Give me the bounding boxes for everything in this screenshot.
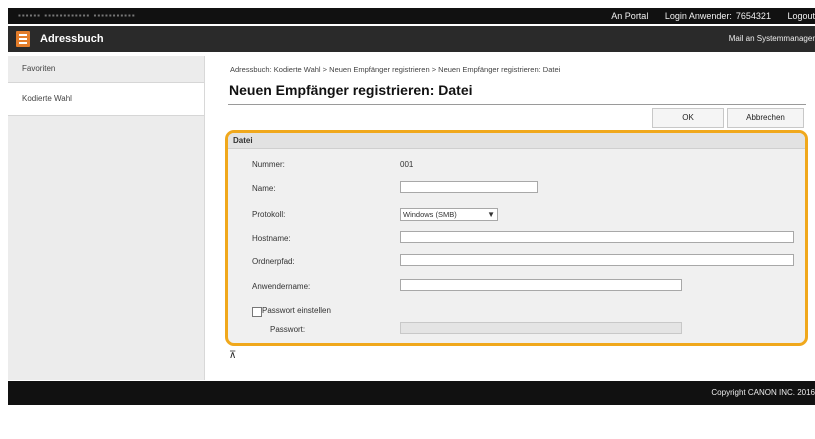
password-label: Passwort:	[270, 325, 306, 334]
login-label: Login Anwender:	[664, 11, 732, 21]
page-title: Neuen Empfänger registrieren: Datei	[229, 82, 473, 98]
sidebar-item-kodierte-wahl[interactable]: Kodierte Wahl	[8, 83, 204, 116]
logout-link[interactable]: Logout	[787, 11, 815, 21]
top-bar: ▪▪▪▪▪▪ ▪▪▪▪▪▪▪▪▪▪▪▪ ▪▪▪▪▪▪▪▪▪▪▪ An Porta…	[8, 8, 815, 24]
footer: Copyright CANON INC. 2016	[8, 381, 815, 405]
protocol-select[interactable]: Windows (SMB) ▼	[400, 208, 498, 221]
app-bar: Adressbuch Mail an Systemmanager	[8, 26, 815, 52]
protocol-label: Protokoll:	[252, 210, 286, 219]
hostname-input[interactable]	[400, 231, 794, 243]
breadcrumb: Adressbuch: Kodierte Wahl > Neuen Empfän…	[230, 65, 561, 74]
username-label: Anwendername:	[252, 282, 311, 291]
sidebar-item-favoriten[interactable]: Favoriten	[8, 56, 204, 83]
chevron-down-icon: ▼	[487, 210, 495, 219]
name-label: Name:	[252, 184, 276, 193]
file-settings-panel: Datei Nummer: 001 Name: Protokoll: Windo…	[225, 130, 808, 346]
protocol-value: Windows (SMB)	[403, 210, 457, 219]
password-input	[400, 322, 682, 334]
name-input[interactable]	[400, 181, 538, 193]
portal-link[interactable]: An Portal	[611, 11, 648, 21]
to-top-icon[interactable]: ⊼	[229, 350, 236, 361]
copyright-text: Copyright CANON INC. 2016	[711, 388, 815, 397]
hostname-label: Hostname:	[252, 234, 291, 243]
ok-button[interactable]: OK	[652, 108, 724, 128]
address-book-icon	[16, 31, 30, 47]
sidebar: Favoriten Kodierte Wahl	[8, 56, 205, 380]
number-label: Nummer:	[252, 160, 285, 169]
main-content: Adressbuch: Kodierte Wahl > Neuen Empfän…	[205, 56, 815, 380]
blurred-header-text: ▪▪▪▪▪▪ ▪▪▪▪▪▪▪▪▪▪▪▪ ▪▪▪▪▪▪▪▪▪▪▪	[18, 11, 136, 20]
top-links: An Portal Login Anwender: 7654321 Logout	[597, 8, 815, 24]
title-divider	[228, 104, 806, 105]
folder-path-label: Ordnerpfad:	[252, 257, 295, 266]
cancel-button[interactable]: Abbrechen	[727, 108, 804, 128]
section-title: Datei	[228, 133, 805, 149]
username-input[interactable]	[400, 279, 682, 291]
login-user: 7654321	[735, 11, 771, 21]
set-password-label[interactable]: Passwort einstellen	[262, 306, 331, 315]
number-value: 001	[400, 160, 414, 169]
folder-path-input[interactable]	[400, 254, 794, 266]
set-password-checkbox[interactable]	[252, 307, 262, 317]
app-title: Adressbuch	[40, 33, 104, 45]
mail-admin-link[interactable]: Mail an Systemmanager	[729, 26, 815, 52]
